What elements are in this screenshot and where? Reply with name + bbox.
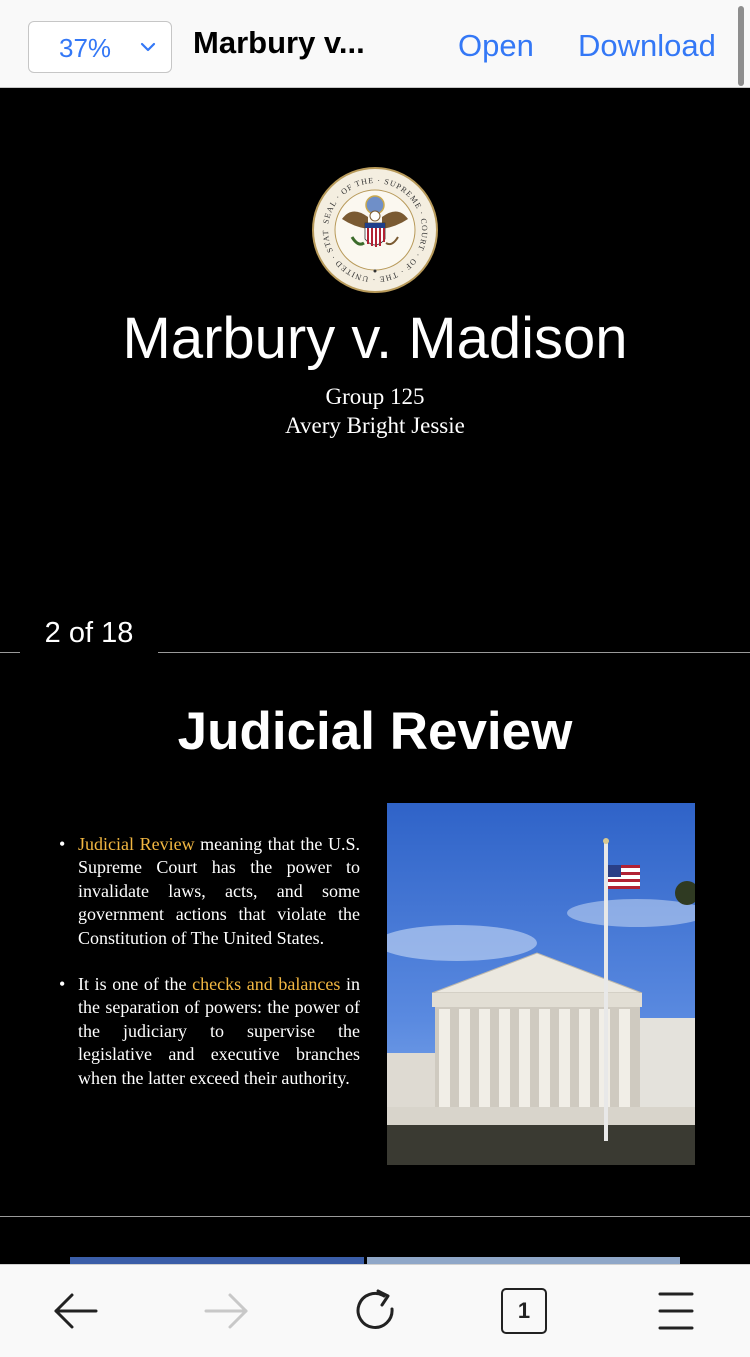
highlight-text: checks and balances [192,974,341,995]
preview-block [367,1257,680,1264]
forward-button[interactable] [198,1285,254,1337]
reload-icon [356,1289,394,1329]
slide-subtitle-authors: Avery Bright Jessie [285,413,465,438]
slide-2: Judicial Review • Judicial Review meanin… [0,653,750,1216]
back-arrow-icon [54,1293,98,1329]
document-title: Marbury v... [193,25,365,60]
bottom-toolbar: 1 [0,1264,750,1357]
bullet-dot-icon: • [59,834,66,854]
download-button[interactable]: Download [578,28,716,64]
page-divider [0,1216,750,1217]
preview-block [70,1257,364,1264]
open-button[interactable]: Open [458,28,534,64]
bullet-list: • Judicial Review meaning that the U.S. … [56,833,360,1113]
next-slide-preview [70,1257,680,1264]
supreme-court-photo [387,803,695,1165]
slide-title: Marbury v. Madison [122,306,628,371]
forward-arrow-icon [204,1293,248,1329]
slide-1: SEAL · OF THE · SUPREME · COURT · OF · T… [0,89,750,652]
bullet-dot-icon: • [59,974,66,995]
highlight-text: Judicial Review [78,834,195,854]
bullet-text: It is one of the [78,974,193,995]
reload-button[interactable] [348,1285,404,1337]
slide-title: Judicial Review [177,702,573,761]
bullet-item: • It is one of the checks and balances i… [56,973,360,1090]
back-button[interactable] [48,1285,104,1337]
page-indicator: 2 of 18 [20,613,158,653]
scroll-indicator [738,6,744,86]
slide-subtitle-group: Group 125 [325,384,425,409]
menu-button[interactable] [648,1285,704,1337]
bullet-item: • Judicial Review meaning that the U.S. … [56,833,360,950]
document-viewer[interactable]: SEAL · OF THE · SUPREME · COURT · OF · T… [0,89,750,1264]
tabs-button[interactable]: 1 [496,1285,552,1337]
chevron-down-icon [140,42,156,52]
menu-icon [658,1292,694,1330]
zoom-select[interactable]: 37% [28,21,172,73]
zoom-value: 37% [59,33,112,63]
supreme-court-seal-icon: SEAL · OF THE · SUPREME · COURT · OF · T… [312,167,438,293]
tab-count: 1 [501,1288,547,1334]
top-toolbar: 37% Marbury v... Open Download [0,0,750,88]
